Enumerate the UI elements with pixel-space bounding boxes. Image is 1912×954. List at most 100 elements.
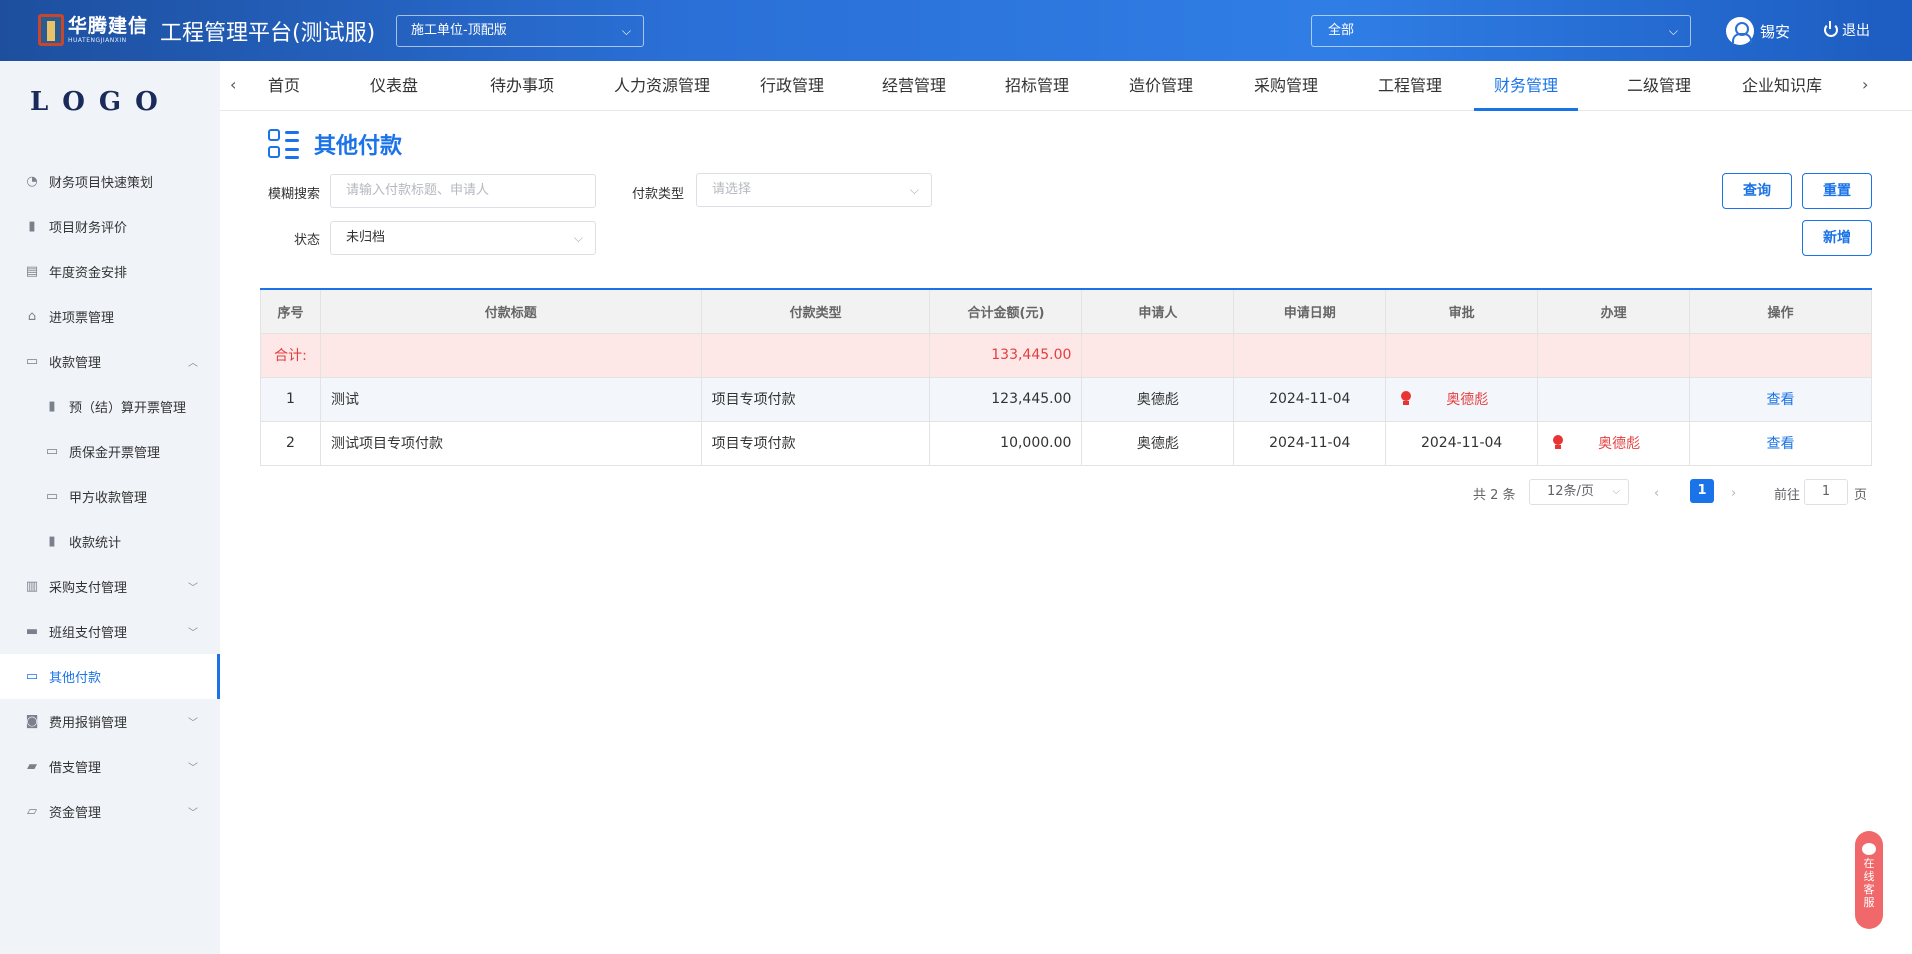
user-menu[interactable]: 锡安 (1726, 16, 1790, 46)
page-size-select[interactable]: 12条/页 ⌵ (1529, 479, 1629, 505)
sidebar-item-team-payment[interactable]: ▬ 班组支付管理 ﹀ (0, 609, 220, 654)
top-header: 华腾建信 HUATENGJIANXIN 工程管理平台(测试服) 施工单位-顶配版… (0, 0, 1912, 61)
tab-dashboard[interactable]: 仪表盘 (362, 61, 426, 111)
sidebar-item-label: 进项票管理 (49, 311, 115, 326)
tab-cost[interactable]: 造价管理 (1113, 61, 1209, 111)
sidebar-item-label: 班组支付管理 (49, 626, 128, 641)
unit-select[interactable]: 施工单位-顶配版 ⌵ (396, 15, 644, 47)
sidebar-item-collection[interactable]: ▭ 收款管理 ︿ (0, 339, 220, 384)
chevron-down-icon: ﹀ (188, 763, 198, 774)
card-icon: ▭ (25, 669, 39, 684)
scope-select-value: 全部 (1328, 23, 1355, 38)
pagination-total: 共 2 条 (1473, 487, 1516, 503)
handle-cell: 奥德彪 (1537, 420, 1691, 466)
column-header: 办理 (1537, 288, 1691, 334)
column-header: 操作 (1689, 288, 1872, 334)
sidebar-item-budget-invoice[interactable]: ▮ 预（结）算开票管理 (0, 384, 220, 429)
sidebar-item-finance-plan[interactable]: ◔ 财务项目快速策划 (0, 159, 220, 204)
sidebar: LOGO ◔ 财务项目快速策划 ▮ 项目财务评价 ▤ 年度资金安排 ⌂ 进项票管… (0, 61, 220, 954)
next-page-icon[interactable]: › (1731, 479, 1736, 507)
tab-engineering[interactable]: 工程管理 (1362, 61, 1458, 111)
tab-knowledge[interactable]: 企业知识库 (1730, 61, 1834, 111)
sidebar-item-label: 项目财务评价 (49, 221, 128, 236)
sidebar-item-label: 收款管理 (49, 356, 102, 371)
add-button[interactable]: 新增 (1802, 220, 1872, 256)
chevron-down-icon: ⌵ (621, 24, 631, 38)
payment-type-select[interactable]: 请选择 ⌵ (696, 173, 932, 207)
sidebar-item-label: 质保金开票管理 (69, 446, 161, 461)
apply-date: 2024-11-04 (1233, 376, 1387, 422)
scope-select[interactable]: 全部 ⌵ (1311, 15, 1691, 47)
chevron-down-icon: ﹀ (188, 718, 198, 729)
applicant: 奥德彪 (1081, 420, 1235, 466)
books-icon: ▥ (25, 579, 39, 594)
camera-icon: ◙ (25, 714, 39, 729)
tab-secondary[interactable]: 二级管理 (1611, 61, 1707, 111)
view-link[interactable]: 查看 (1767, 436, 1795, 452)
query-button[interactable]: 查询 (1722, 173, 1792, 209)
sidebar-item-warranty-invoice[interactable]: ▭ 质保金开票管理 (0, 429, 220, 474)
sidebar-item-label: 财务项目快速策划 (49, 176, 154, 191)
tab-hr[interactable]: 人力资源管理 (588, 61, 736, 111)
column-header: 序号 (260, 288, 321, 334)
pie-chart-icon: ◔ (26, 174, 38, 189)
briefcase-icon: ▬ (25, 624, 39, 639)
chevron-up-icon: ︿ (188, 358, 198, 369)
reset-button[interactable]: 重置 (1802, 173, 1872, 209)
tab-business[interactable]: 经营管理 (866, 61, 962, 111)
column-header: 审批 (1385, 288, 1539, 334)
sidebar-item-label: 甲方收款管理 (69, 491, 148, 506)
view-link[interactable]: 查看 (1767, 392, 1795, 408)
tab-bidding[interactable]: 招标管理 (989, 61, 1085, 111)
logout-label: 退出 (1842, 23, 1870, 39)
chevron-right-icon[interactable]: › (1862, 75, 1868, 94)
table-header-row: 序号 付款标题 付款类型 合计金额(元) 申请人 申请日期 审批 办理 操作 (260, 288, 1872, 334)
page-title: 其他付款 (266, 127, 402, 161)
approval-date: 2024-11-04 (1385, 420, 1539, 466)
chevron-down-icon: ⌵ (1612, 486, 1620, 497)
page-number-current[interactable]: 1 (1690, 479, 1714, 503)
online-service-button[interactable]: 在线客服 (1855, 831, 1883, 929)
payment-type-placeholder: 请选择 (712, 182, 752, 197)
sidebar-item-label: 年度资金安排 (49, 266, 128, 281)
sidebar-item-label: 其他付款 (49, 671, 102, 686)
sidebar-item-collection-stats[interactable]: ▮ 收款统计 (0, 519, 220, 564)
sidebar-item-loan[interactable]: ▰ 借支管理 ﹀ (0, 744, 220, 789)
sidebar-item-purchase-payment[interactable]: ▥ 采购支付管理 ﹀ (0, 564, 220, 609)
tab-purchase[interactable]: 采购管理 (1238, 61, 1334, 111)
payment-title: 测试项目专项付款 (319, 420, 702, 466)
prev-page-icon[interactable]: ‹ (1654, 479, 1659, 507)
ticket-icon: ▰ (27, 759, 37, 774)
document-icon: ▤ (25, 264, 39, 279)
payment-type: 项目专项付款 (700, 420, 931, 466)
tab-todo[interactable]: 待办事项 (470, 61, 574, 111)
sidebar-item-annual-funds[interactable]: ▤ 年度资金安排 (0, 249, 220, 294)
logout-button[interactable]: 退出 (1824, 20, 1870, 40)
status-select[interactable]: 未归档 ⌵ (330, 221, 596, 255)
payment-table: 序号 付款标题 付款类型 合计金额(元) 申请人 申请日期 审批 办理 操作 合… (260, 288, 1872, 466)
sidebar-item-label: 资金管理 (49, 806, 102, 821)
applicant: 奥德彪 (1081, 376, 1235, 422)
sidebar-item-owner-collection[interactable]: ▭ 甲方收款管理 (0, 474, 220, 519)
sidebar-item-fund[interactable]: ▱ 资金管理 ﹀ (0, 789, 220, 834)
sidebar-item-other-payment[interactable]: ▭ 其他付款 (0, 654, 220, 699)
column-header: 申请人 (1081, 288, 1235, 334)
table-row: 2 测试项目专项付款 项目专项付款 10,000.00 奥德彪 2024-11-… (260, 420, 1872, 466)
logo-mark-icon (38, 14, 64, 46)
sidebar-item-label: 收款统计 (69, 536, 122, 551)
search-input[interactable]: 请输入付款标题、申请人 (330, 174, 596, 208)
status-value: 未归档 (346, 230, 386, 245)
tab-home[interactable]: 首页 (260, 61, 308, 111)
avatar (1726, 17, 1754, 45)
tab-finance[interactable]: 财务管理 (1474, 61, 1578, 111)
online-service-label: 在线客服 (1863, 857, 1875, 909)
table-row: 1 测试 项目专项付款 123,445.00 奥德彪 2024-11-04 奥德… (260, 376, 1872, 422)
page-title-text: 其他付款 (314, 134, 403, 159)
tab-admin[interactable]: 行政管理 (740, 61, 844, 111)
sidebar-item-expense-reimburse[interactable]: ◙ 费用报销管理 ﹀ (0, 699, 220, 744)
sidebar-item-finance-eval[interactable]: ▮ 项目财务评价 (0, 204, 220, 249)
column-header: 付款类型 (700, 288, 931, 334)
goto-page-input[interactable]: 1 (1804, 479, 1848, 505)
sidebar-item-input-invoice[interactable]: ⌂ 进项票管理 (0, 294, 220, 339)
chevron-left-icon[interactable]: ‹ (230, 75, 236, 94)
